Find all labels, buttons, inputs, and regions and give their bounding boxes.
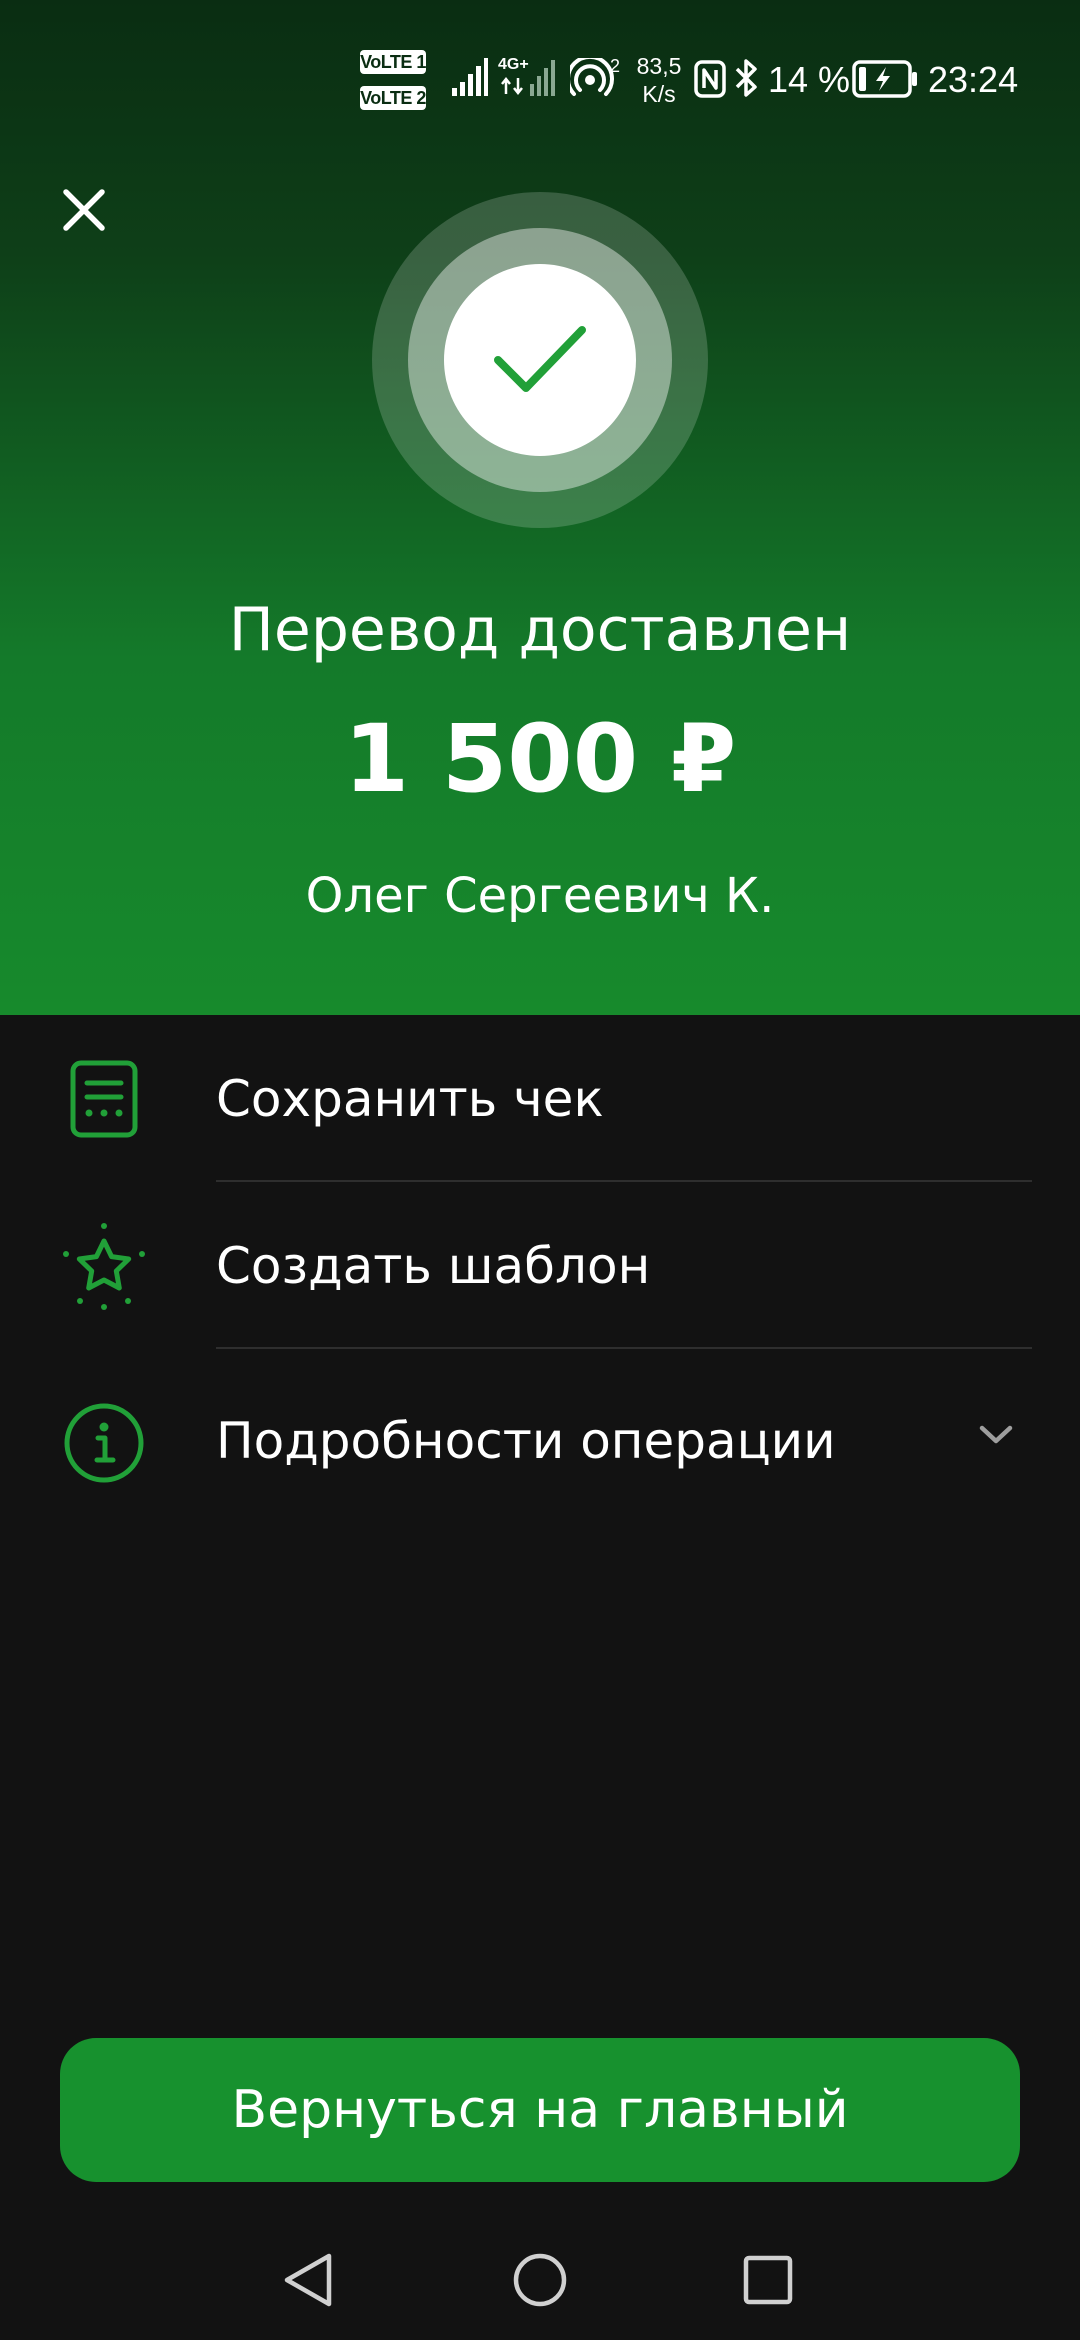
nav-home-button[interactable] bbox=[490, 2240, 590, 2320]
network-speed: 83,5 K/s bbox=[628, 52, 690, 108]
transfer-success-screen: VoLTE 1 VoLTE 2 4G+ 2 83,5 K/s 14 % 23:2… bbox=[0, 0, 1080, 2340]
save-receipt-button[interactable]: Сохранить чек bbox=[0, 1015, 1080, 1183]
chevron-down-icon bbox=[979, 1425, 1013, 1444]
signal-sim1-icon bbox=[452, 58, 488, 96]
data-arrows-icon bbox=[501, 76, 523, 96]
star-icon-wrap bbox=[56, 1218, 152, 1314]
checkmark-icon bbox=[494, 326, 586, 392]
hotspot-icon bbox=[570, 58, 614, 96]
star-icon bbox=[63, 1223, 145, 1310]
chevron-down-icon-wrap bbox=[972, 1411, 1020, 1459]
operation-details-label: Подробности операции bbox=[216, 1412, 836, 1470]
return-home-button[interactable]: Вернуться на главный bbox=[60, 2038, 1020, 2182]
info-icon bbox=[64, 1403, 144, 1483]
page-title: Перевод доставлен bbox=[228, 595, 852, 665]
receipt-icon bbox=[70, 1060, 138, 1138]
nav-back-button[interactable] bbox=[258, 2240, 358, 2320]
volte-2-indicator: VoLTE 2 bbox=[360, 86, 426, 110]
battery-percent: 14 % bbox=[768, 59, 851, 100]
operation-details-toggle[interactable]: Подробности операции bbox=[0, 1349, 1080, 1517]
create-template-button[interactable]: Создать шаблон bbox=[0, 1182, 1080, 1350]
network-speed-value: 83,5 bbox=[636, 53, 682, 79]
transfer-amount: 1 500 ₽ bbox=[343, 705, 737, 814]
recipient-name: Олег Сергеевич К. bbox=[305, 868, 775, 924]
success-badge bbox=[444, 264, 636, 456]
battery-charging-icon bbox=[852, 60, 917, 98]
home-circle-icon bbox=[513, 2253, 567, 2307]
system-nav-bar bbox=[0, 2220, 1080, 2340]
network-speed-unit: K/s bbox=[642, 81, 676, 107]
save-receipt-label: Сохранить чек bbox=[216, 1070, 604, 1128]
receipt-icon-wrap bbox=[56, 1051, 152, 1147]
create-template-label: Создать шаблон bbox=[216, 1237, 651, 1295]
info-icon-wrap bbox=[56, 1395, 152, 1491]
clock: 23:24 bbox=[928, 59, 1019, 100]
network-type-label: 4G+ bbox=[498, 56, 529, 73]
status-bar: VoLTE 1 VoLTE 2 4G+ 2 83,5 K/s 14 % 23:2… bbox=[0, 0, 1080, 160]
hotspot-count: 2 bbox=[610, 56, 621, 76]
nav-recents-button[interactable] bbox=[718, 2240, 818, 2320]
nfc-icon bbox=[694, 60, 726, 98]
back-triangle-icon bbox=[284, 2253, 332, 2307]
signal-sim2-icon bbox=[530, 60, 555, 96]
close-button[interactable] bbox=[44, 170, 124, 250]
recents-square-icon bbox=[743, 2255, 793, 2305]
bluetooth-icon bbox=[735, 59, 757, 97]
volte-1-indicator: VoLTE 1 bbox=[360, 50, 426, 74]
close-icon bbox=[63, 189, 105, 231]
